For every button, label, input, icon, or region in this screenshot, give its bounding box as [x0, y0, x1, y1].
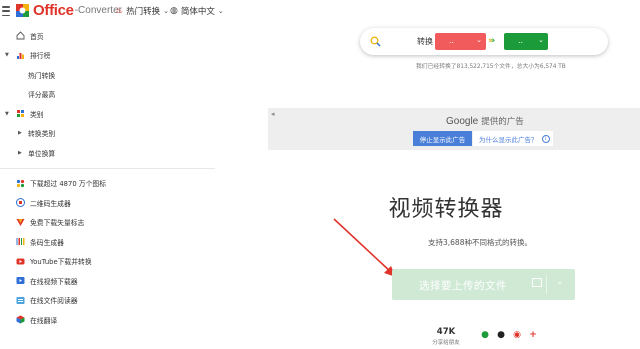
nav-hot-label: 热门转换: [126, 7, 161, 17]
chevron-down-icon: ⌄: [538, 36, 544, 44]
upload-label: 选择要上传的文件: [419, 280, 507, 292]
logo[interactable]: Office -Converter: [14, 2, 122, 19]
sidebar-tool-label: 下载超过 4870 万个图标: [30, 180, 106, 189]
sidebar-item-unit-conversion[interactable]: ▶ 单位换算: [0, 143, 215, 163]
sidebar-item-label: 排行榜: [30, 52, 51, 61]
why-ad-label: 为什么显示此广告？: [479, 135, 538, 144]
sidebar: 首页 ▼ 排行榜 热门转换 评分最高 ▼ 类别 ▶ 转换类别 ▶ 单位换算 下载…: [0, 26, 215, 330]
nav-hot-conversions[interactable]: ♨ 热门转换 ⌄: [115, 5, 169, 17]
sidebar-tool-file-reader[interactable]: 在线文件阅读器: [0, 291, 215, 311]
sidebar-tool-video-downloader[interactable]: 在线视频下载器: [0, 271, 215, 291]
ad-area: ◂ Google 提供的广告 停止显示此广告 为什么显示此广告？ i: [268, 108, 640, 150]
caret-down-icon: ▼: [5, 52, 9, 59]
logo-text: Office: [33, 2, 74, 19]
sidebar-tool-qr[interactable]: 二维码生成器: [0, 193, 215, 213]
page-subtitle: 支持3,688种不同格式的转换。: [428, 238, 532, 247]
chevron-down-icon: ⌄: [163, 7, 169, 15]
sidebar-tool-label: 条码生成器: [30, 238, 64, 247]
to-format-value: ..: [518, 36, 524, 45]
sidebar-tool-label: 在线视频下载器: [30, 277, 78, 286]
share-label: 分享给朋友: [432, 340, 460, 346]
sidebar-item-home[interactable]: 首页: [0, 26, 215, 46]
why-ad-button[interactable]: 为什么显示此广告？ i: [473, 131, 553, 146]
sidebar-item-hot[interactable]: 热门转换: [0, 65, 215, 85]
chart-icon: [16, 51, 25, 60]
sidebar-tool-barcode[interactable]: 条码生成器: [0, 232, 215, 252]
sidebar-item-label: 类别: [30, 110, 44, 119]
sidebar-divider: [0, 167, 215, 169]
chevron-down-icon[interactable]: ⌄: [556, 277, 564, 287]
to-format-select[interactable]: .. ⌄: [504, 33, 548, 50]
red-arrow-annotation: [333, 218, 396, 277]
caret-right-icon: ▶: [18, 149, 22, 156]
ad-google-label: Google 提供的广告: [446, 115, 524, 127]
icons8-icon: [16, 179, 25, 188]
sidebar-item-label: 评分最高: [28, 91, 56, 100]
qr-icon: [16, 198, 25, 208]
sidebar-tool-label: 免费下载矢量标志: [30, 219, 85, 228]
barcode-icon: [16, 237, 25, 246]
wechat-icon[interactable]: ●: [480, 330, 490, 340]
sidebar-tool-label: YouTube下载并转换: [30, 258, 92, 267]
share-count: 47K: [436, 327, 456, 337]
sidebar-item-convert-categories[interactable]: ▶ 转换类别: [0, 124, 215, 144]
logo-icon: [16, 4, 29, 17]
sidebar-item-label: 转换类别: [28, 130, 56, 139]
ad-provided-label: 提供的广告: [481, 117, 524, 127]
sidebar-tool-icons[interactable]: 下载超过 4870 万个图标: [0, 174, 215, 194]
sidebar-item-top-rated[interactable]: 评分最高: [0, 85, 215, 105]
search-icon[interactable]: [370, 36, 381, 47]
sidebar-tool-label: 二维码生成器: [30, 199, 71, 208]
nav-lang-label: 简体中文: [180, 7, 215, 17]
from-format-value: ..: [449, 36, 455, 45]
sidebar-item-label: 首页: [30, 32, 44, 41]
conversion-stats: 我们已经转换了813,522,715个文件，总大小为6,574 TB: [416, 64, 566, 70]
stop-ad-button[interactable]: 停止显示此广告: [413, 131, 472, 146]
sidebar-tool-label: 在线翻译: [30, 316, 58, 325]
sidebar-item-label: 热门转换: [28, 71, 56, 80]
upload-divider: [546, 275, 547, 294]
caret-right-icon: ▶: [18, 130, 22, 137]
sidebar-tool-label: 在线文件阅读器: [30, 297, 78, 306]
caret-down-icon: ▼: [5, 110, 9, 117]
arrows-icon: ›››: [488, 36, 495, 46]
youtube-icon: [16, 257, 25, 266]
sidebar-tool-vector[interactable]: 免费下载矢量标志: [0, 213, 215, 233]
file-reader-icon: [16, 296, 25, 305]
from-format-select[interactable]: .. ⌄: [435, 33, 486, 50]
upload-button[interactable]: 选择要上传的文件 ⌄: [392, 269, 575, 300]
nav-language[interactable]: ◍ 简体中文 ⌄: [170, 5, 224, 17]
language-icon: ◍: [170, 6, 178, 16]
top-bar: Office -Converter ♨ 热门转换 ⌄ ◍ 简体中文 ⌄: [0, 0, 640, 24]
video-download-icon: [16, 276, 25, 285]
translate-icon: [16, 315, 25, 324]
computer-icon: [532, 278, 542, 287]
sidebar-tool-translate[interactable]: 在线翻译: [0, 310, 215, 330]
qq-icon[interactable]: ●: [496, 330, 506, 340]
info-icon: i: [541, 134, 550, 143]
vector-icon: [16, 218, 25, 227]
back-arrow-icon[interactable]: ◂: [271, 110, 275, 118]
weibo-icon[interactable]: ◉: [512, 330, 522, 340]
convert-label: 转换: [417, 37, 433, 46]
sidebar-item-ranking[interactable]: ▼ 排行榜: [0, 46, 215, 66]
chevron-down-icon: ⌄: [217, 7, 224, 15]
sidebar-tool-youtube[interactable]: YouTube下载并转换: [0, 252, 215, 272]
menu-icon[interactable]: [2, 6, 10, 16]
home-icon: [16, 31, 25, 40]
chevron-down-icon: ⌄: [476, 36, 482, 44]
share-icons: ● ● ◉ +: [480, 330, 538, 340]
plus-icon[interactable]: +: [528, 330, 538, 340]
sidebar-item-label: 单位换算: [28, 149, 56, 158]
converter-bar: 转换 .. ⌄ ››› .. ⌄: [360, 28, 608, 55]
sidebar-item-categories[interactable]: ▼ 类别: [0, 104, 215, 124]
grid-icon: [16, 109, 25, 118]
google-wordmark: Google: [446, 116, 479, 127]
fire-icon: ♨: [115, 6, 124, 16]
